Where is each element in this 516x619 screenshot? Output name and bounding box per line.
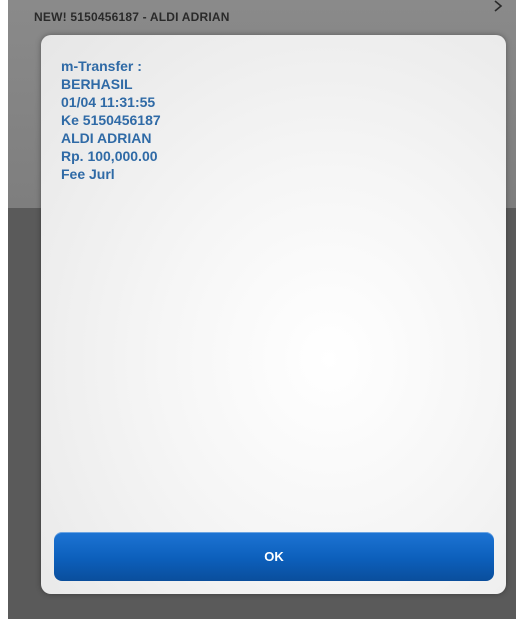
chevron-icon bbox=[492, 0, 504, 12]
message-line-recipient: ALDI ADRIAN bbox=[61, 130, 152, 146]
message-line-status: BERHASIL bbox=[61, 76, 133, 92]
app-frame: NEW! 5150456187 - ALDI ADRIAN m-Transfer… bbox=[8, 0, 516, 619]
message-line-amount: Rp. 100,000.00 bbox=[61, 148, 158, 164]
ok-button[interactable]: OK bbox=[54, 532, 494, 581]
message-line-title: m-Transfer : bbox=[61, 58, 142, 74]
transfer-result-dialog: m-Transfer : BERHASIL 01/04 11:31:55 Ke … bbox=[41, 35, 506, 594]
background-title: NEW! 5150456187 - ALDI ADRIAN bbox=[34, 10, 230, 24]
message-line-fee: Fee Jurl bbox=[61, 166, 115, 182]
dialog-message: m-Transfer : BERHASIL 01/04 11:31:55 Ke … bbox=[61, 57, 161, 183]
message-line-datetime: 01/04 11:31:55 bbox=[61, 94, 156, 110]
message-line-destination: Ke 5150456187 bbox=[61, 112, 161, 128]
